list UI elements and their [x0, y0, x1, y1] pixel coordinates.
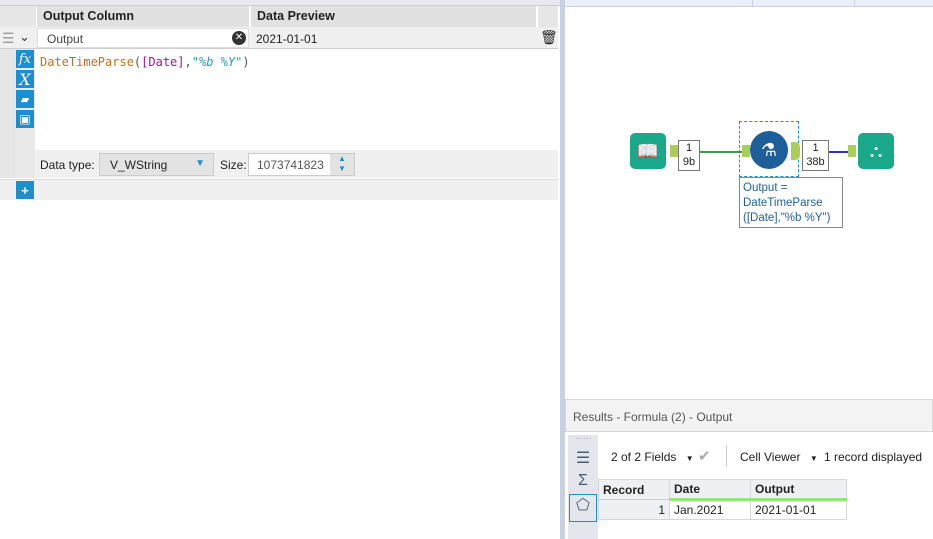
table-row: 1 Jan.2021 2021-01-01: [598, 499, 847, 520]
output-column-header: Output Column: [37, 6, 249, 27]
formula-panel: Output Column Data Preview ☰ ⌄ Output ✕ …: [0, 0, 560, 539]
expr-string: "%b %Y": [191, 55, 243, 69]
column-header[interactable]: Output: [750, 479, 847, 501]
drag-handle-icon[interactable]: ☰: [2, 30, 15, 47]
input-data-node[interactable]: 📖: [630, 133, 666, 169]
output-anchor[interactable]: [670, 145, 678, 157]
record-cell: 1: [598, 499, 670, 520]
date-cell[interactable]: Jan.2021: [669, 499, 751, 520]
formula-node[interactable]: ⚗: [750, 131, 788, 169]
clear-icon[interactable]: ✕: [232, 31, 246, 45]
table-view-icon[interactable]: ☰: [568, 448, 598, 468]
connection-line: [829, 151, 849, 153]
output-cell[interactable]: 2021-01-01: [750, 499, 847, 520]
chevron-down-icon[interactable]: ⌄: [19, 29, 30, 45]
column-header[interactable]: Record: [598, 479, 670, 500]
open-folder-icon[interactable]: ▰: [16, 90, 34, 108]
browse-node[interactable]: ⛬: [858, 133, 894, 169]
cell-viewer-dropdown[interactable]: Cell Viewer ▼: [740, 450, 818, 464]
viewer-label: Cell Viewer: [740, 450, 801, 464]
results-table: Record Date Output 1 Jan.2021 2021-01-01: [598, 479, 847, 520]
results-title: Results - Formula (2) - Output: [565, 399, 933, 432]
data-type-label: Data type:: [40, 158, 95, 172]
expr-field: [Date]: [141, 55, 185, 69]
sigma-icon[interactable]: Σ: [568, 472, 598, 490]
function-icon[interactable]: fx: [16, 50, 34, 68]
expression-editor[interactable]: DateTimeParse([Date],"%b %Y"): [40, 55, 250, 69]
workflow-canvas[interactable]: 📖 1 9b ⚗ 1 38b ⛬ Output = DateTimeParse ([…: [565, 8, 933, 396]
data-preview-value: 2021-01-01: [256, 32, 318, 46]
expr-comma: ,: [184, 55, 192, 69]
add-row: [0, 179, 558, 200]
expr-paren: ): [242, 55, 250, 69]
variable-icon[interactable]: X: [16, 70, 34, 89]
data-preview-header: Data Preview: [251, 6, 536, 27]
size-label: Size:: [220, 158, 247, 172]
row-gutter: [0, 49, 15, 178]
column-header[interactable]: Date: [669, 479, 751, 501]
trash-icon[interactable]: 🗑: [540, 29, 558, 46]
annotation: Output = DateTimeParse ([Date],"%b %Y"): [739, 177, 843, 228]
dropdown-arrow-icon: ▼: [195, 158, 205, 169]
data-type-select[interactable]: V_WString ▼: [99, 153, 214, 176]
header-end: [538, 6, 558, 27]
tab-strip: [565, 0, 933, 7]
output-anchor[interactable]: [791, 142, 800, 160]
record-count-badge: 1 9b: [678, 140, 700, 171]
results-sidebar: ······ ☰ Σ ⬠: [568, 435, 598, 539]
fields-dropdown[interactable]: 2 of 2 Fields ▼: [611, 450, 694, 464]
add-expression-button[interactable]: +: [16, 181, 34, 199]
expr-function: DateTimeParse: [40, 55, 134, 69]
checkmark-icon[interactable]: ✔: [698, 447, 711, 465]
tag-icon[interactable]: ⬠: [569, 494, 597, 522]
save-icon[interactable]: ▣: [16, 110, 34, 128]
fields-label: 2 of 2 Fields: [611, 450, 677, 464]
output-name-input[interactable]: Output: [37, 28, 249, 48]
header-gutter: [0, 6, 36, 27]
divider: [726, 445, 727, 467]
data-type-value: V_WString: [110, 158, 168, 172]
record-count-badge: 1 38b: [802, 140, 829, 171]
size-stepper[interactable]: ▲ ▼: [330, 154, 354, 175]
input-anchor[interactable]: [848, 145, 856, 157]
records-count: 1 record displayed: [824, 450, 923, 464]
